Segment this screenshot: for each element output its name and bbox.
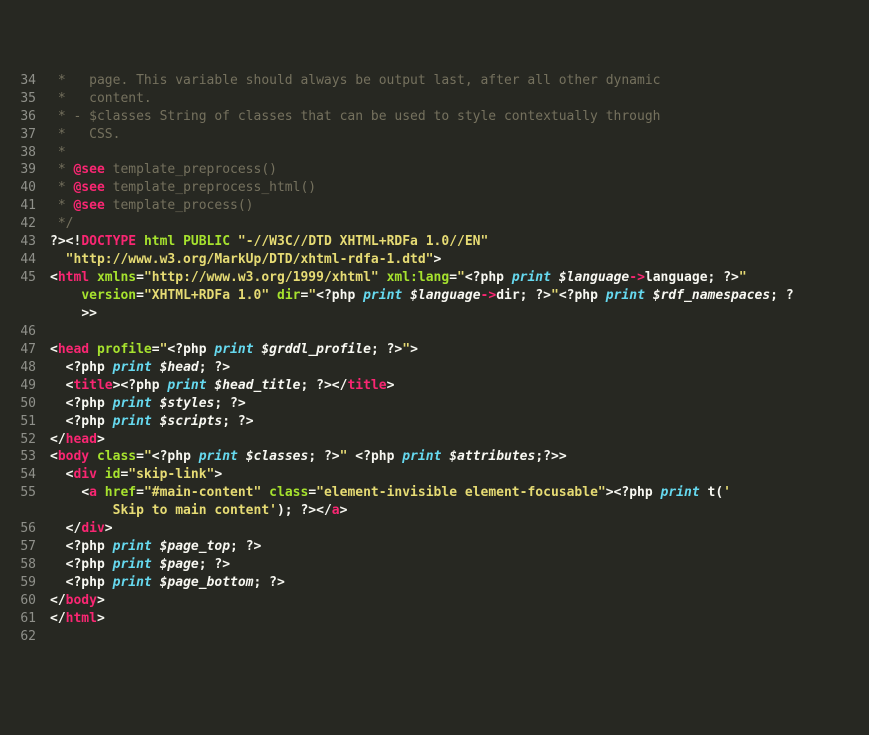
code-line[interactable]: </div> <box>50 520 869 538</box>
code-line[interactable]: <a href="#main-content" class="element-i… <box>50 484 869 520</box>
code-line[interactable]: <head profile="<?php print $grddl_profil… <box>50 341 869 359</box>
line-number-continuation <box>0 502 36 520</box>
line-number-continuation <box>0 287 36 305</box>
line-number: 62 <box>0 628 36 646</box>
line-number: 61 <box>0 610 36 628</box>
line-number-continuation <box>0 305 36 323</box>
code-line[interactable]: <html xmlns="http://www.w3.org/1999/xhtm… <box>50 269 869 323</box>
code-line[interactable]: <?php print $head; ?> <box>50 359 869 377</box>
code-area[interactable]: * page. This variable should always be o… <box>46 72 869 646</box>
line-number: 60 <box>0 592 36 610</box>
line-number: 37 <box>0 126 36 144</box>
code-line[interactable] <box>50 323 869 341</box>
code-line[interactable]: <?php print $page; ?> <box>50 556 869 574</box>
code-line[interactable]: * @see template_process() <box>50 197 869 215</box>
line-number: 42 <box>0 215 36 233</box>
line-number: 47 <box>0 341 36 359</box>
line-number: 54 <box>0 466 36 484</box>
line-number: 36 <box>0 108 36 126</box>
code-editor[interactable]: 343536373839404142434445 464748495051525… <box>0 72 869 646</box>
line-number: 56 <box>0 520 36 538</box>
line-number-gutter: 343536373839404142434445 464748495051525… <box>0 72 46 646</box>
line-number: 43 <box>0 233 36 251</box>
code-line[interactable]: * @see template_preprocess_html() <box>50 179 869 197</box>
code-line[interactable]: * content. <box>50 90 869 108</box>
code-line[interactable]: <?php print $styles; ?> <box>50 395 869 413</box>
line-number: 59 <box>0 574 36 592</box>
code-line[interactable]: <?php print $scripts; ?> <box>50 413 869 431</box>
line-number: 49 <box>0 377 36 395</box>
line-number: 35 <box>0 90 36 108</box>
code-line[interactable]: ?><!DOCTYPE html PUBLIC "-//W3C//DTD XHT… <box>50 233 869 251</box>
line-number: 40 <box>0 179 36 197</box>
code-line[interactable]: */ <box>50 215 869 233</box>
line-number: 48 <box>0 359 36 377</box>
code-line[interactable]: </body> <box>50 592 869 610</box>
line-number: 41 <box>0 197 36 215</box>
code-line[interactable]: <?php print $page_top; ?> <box>50 538 869 556</box>
line-number: 57 <box>0 538 36 556</box>
code-line[interactable]: * page. This variable should always be o… <box>50 72 869 90</box>
code-line[interactable]: <?php print $page_bottom; ?> <box>50 574 869 592</box>
code-line[interactable]: <body class="<?php print $classes; ?>" <… <box>50 448 869 466</box>
line-number: 46 <box>0 323 36 341</box>
line-number: 53 <box>0 448 36 466</box>
line-number: 45 <box>0 269 36 287</box>
line-number: 34 <box>0 72 36 90</box>
code-line[interactable]: * CSS. <box>50 126 869 144</box>
line-number: 50 <box>0 395 36 413</box>
code-line[interactable]: <title><?php print $head_title; ?></titl… <box>50 377 869 395</box>
code-line[interactable]: <div id="skip-link"> <box>50 466 869 484</box>
line-number: 51 <box>0 413 36 431</box>
code-line[interactable]: * <box>50 144 869 162</box>
line-number: 44 <box>0 251 36 269</box>
line-number: 38 <box>0 144 36 162</box>
line-number: 52 <box>0 431 36 449</box>
code-line[interactable]: "http://www.w3.org/MarkUp/DTD/xhtml-rdfa… <box>50 251 869 269</box>
code-line[interactable]: * @see template_preprocess() <box>50 161 869 179</box>
code-line[interactable]: </head> <box>50 431 869 449</box>
line-number: 39 <box>0 161 36 179</box>
code-line[interactable]: </html> <box>50 610 869 628</box>
code-line[interactable]: * - $classes String of classes that can … <box>50 108 869 126</box>
line-number: 55 <box>0 484 36 502</box>
code-line[interactable] <box>50 628 869 646</box>
line-number: 58 <box>0 556 36 574</box>
